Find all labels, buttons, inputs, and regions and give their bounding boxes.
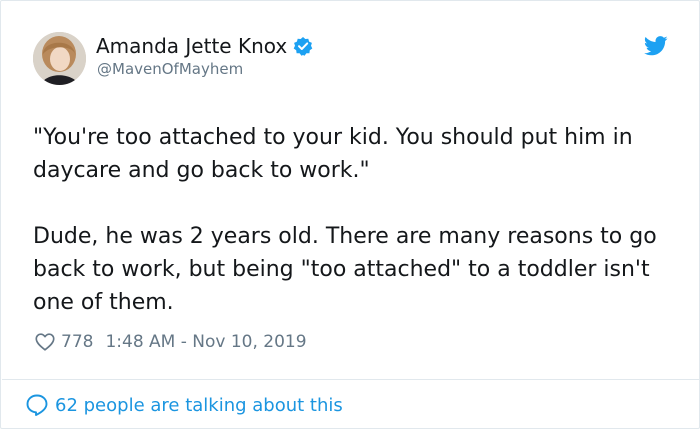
- tweet-text: "You're too attached to your kid. You sh…: [33, 121, 683, 319]
- tweet-paragraph: Dude, he was 2 years old. There are many…: [33, 224, 657, 315]
- twitter-bird-icon[interactable]: [644, 36, 668, 56]
- divider: [2, 379, 700, 380]
- speech-bubble-icon: [25, 393, 49, 417]
- tweet-meta: 778 1:48 AM - Nov 10, 2019: [34, 330, 307, 354]
- tweet-card: Amanda Jette Knox @MavenOfMayhem "You're…: [0, 0, 700, 429]
- conversation-link[interactable]: 62 people are talking about this: [25, 391, 343, 419]
- verified-badge-icon: [293, 36, 313, 56]
- author-name[interactable]: Amanda Jette Knox: [96, 33, 287, 59]
- like-count[interactable]: 778: [61, 332, 93, 352]
- tweet-timestamp[interactable]: 1:48 AM - Nov 10, 2019: [105, 332, 306, 352]
- avatar[interactable]: [33, 32, 86, 85]
- author-name-row[interactable]: Amanda Jette Knox: [96, 33, 313, 59]
- avatar-photo: [33, 32, 86, 85]
- author-handle[interactable]: @MavenOfMayhem: [97, 59, 243, 79]
- tweet-paragraph: "You're too attached to your kid. You sh…: [33, 125, 633, 183]
- heart-outline-icon[interactable]: [34, 331, 56, 353]
- conversation-label[interactable]: 62 people are talking about this: [55, 395, 343, 416]
